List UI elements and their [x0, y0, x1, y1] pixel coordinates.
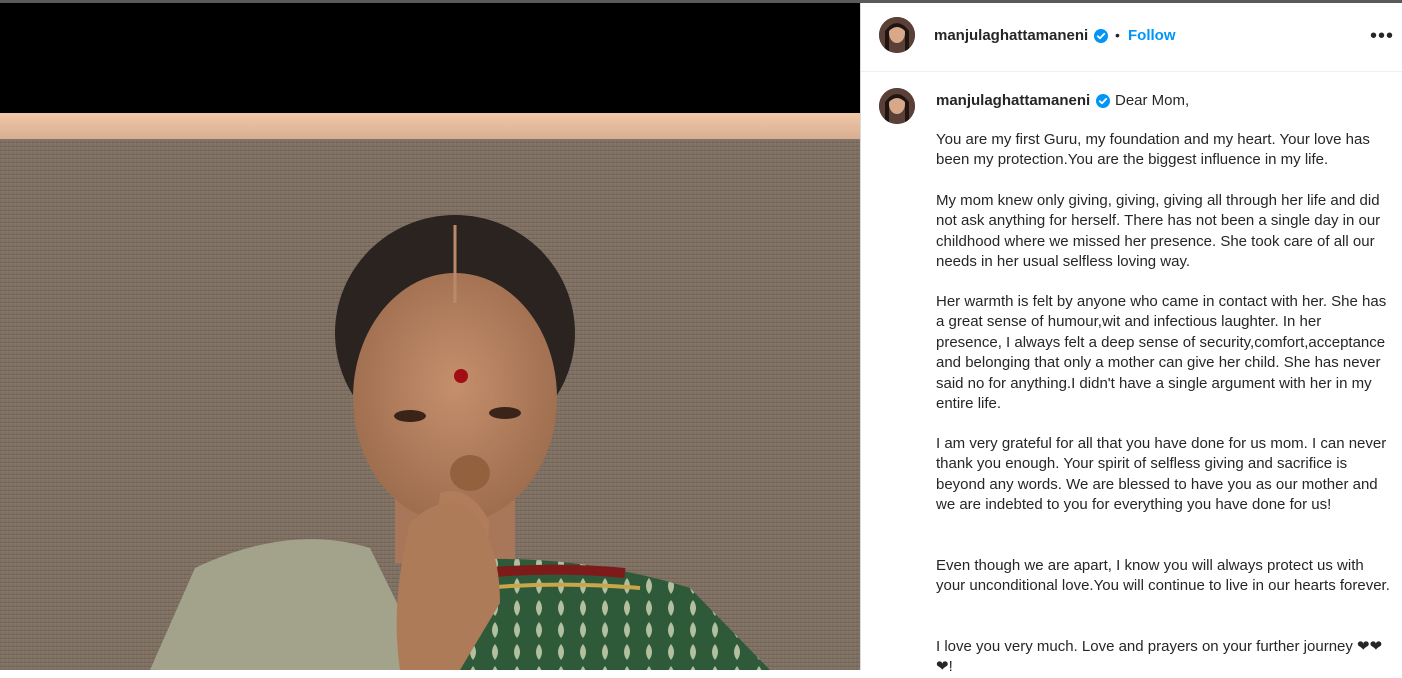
post-header: manjulaghattamaneni • Follow ••• [861, 3, 1402, 72]
verified-badge-icon [1094, 29, 1108, 43]
post-media[interactable] [0, 3, 860, 670]
caption-username[interactable]: manjulaghattamaneni [936, 92, 1090, 109]
profile-avatar-icon[interactable] [879, 17, 915, 53]
caption-avatar-icon[interactable] [879, 88, 915, 124]
caption-paragraph: I am very grateful for all that you have… [936, 435, 1387, 514]
caption-greeting: Dear Mom, [1115, 92, 1190, 109]
verified-badge-icon [1096, 94, 1110, 108]
post-details-panel: manjulaghattamaneni • Follow ••• manjula… [860, 3, 1402, 675]
caption-paragraph: My mom knew only giving, giving, giving … [936, 192, 1381, 271]
caption-paragraph: I love you very much. Love and prayers o… [936, 638, 1383, 676]
caption-paragraph: Even though we are apart, I know you wil… [936, 557, 1390, 595]
caption-paragraph: You are my first Guru, my foundation and… [936, 131, 1370, 169]
more-options-icon[interactable]: ••• [1370, 25, 1394, 48]
follow-button[interactable]: Follow [1128, 27, 1176, 44]
separator-dot: • [1115, 27, 1120, 43]
caption-paragraph: Her warmth is felt by anyone who came in… [936, 293, 1387, 413]
post-photo [0, 3, 860, 670]
header-username[interactable]: manjulaghattamaneni [934, 27, 1088, 44]
